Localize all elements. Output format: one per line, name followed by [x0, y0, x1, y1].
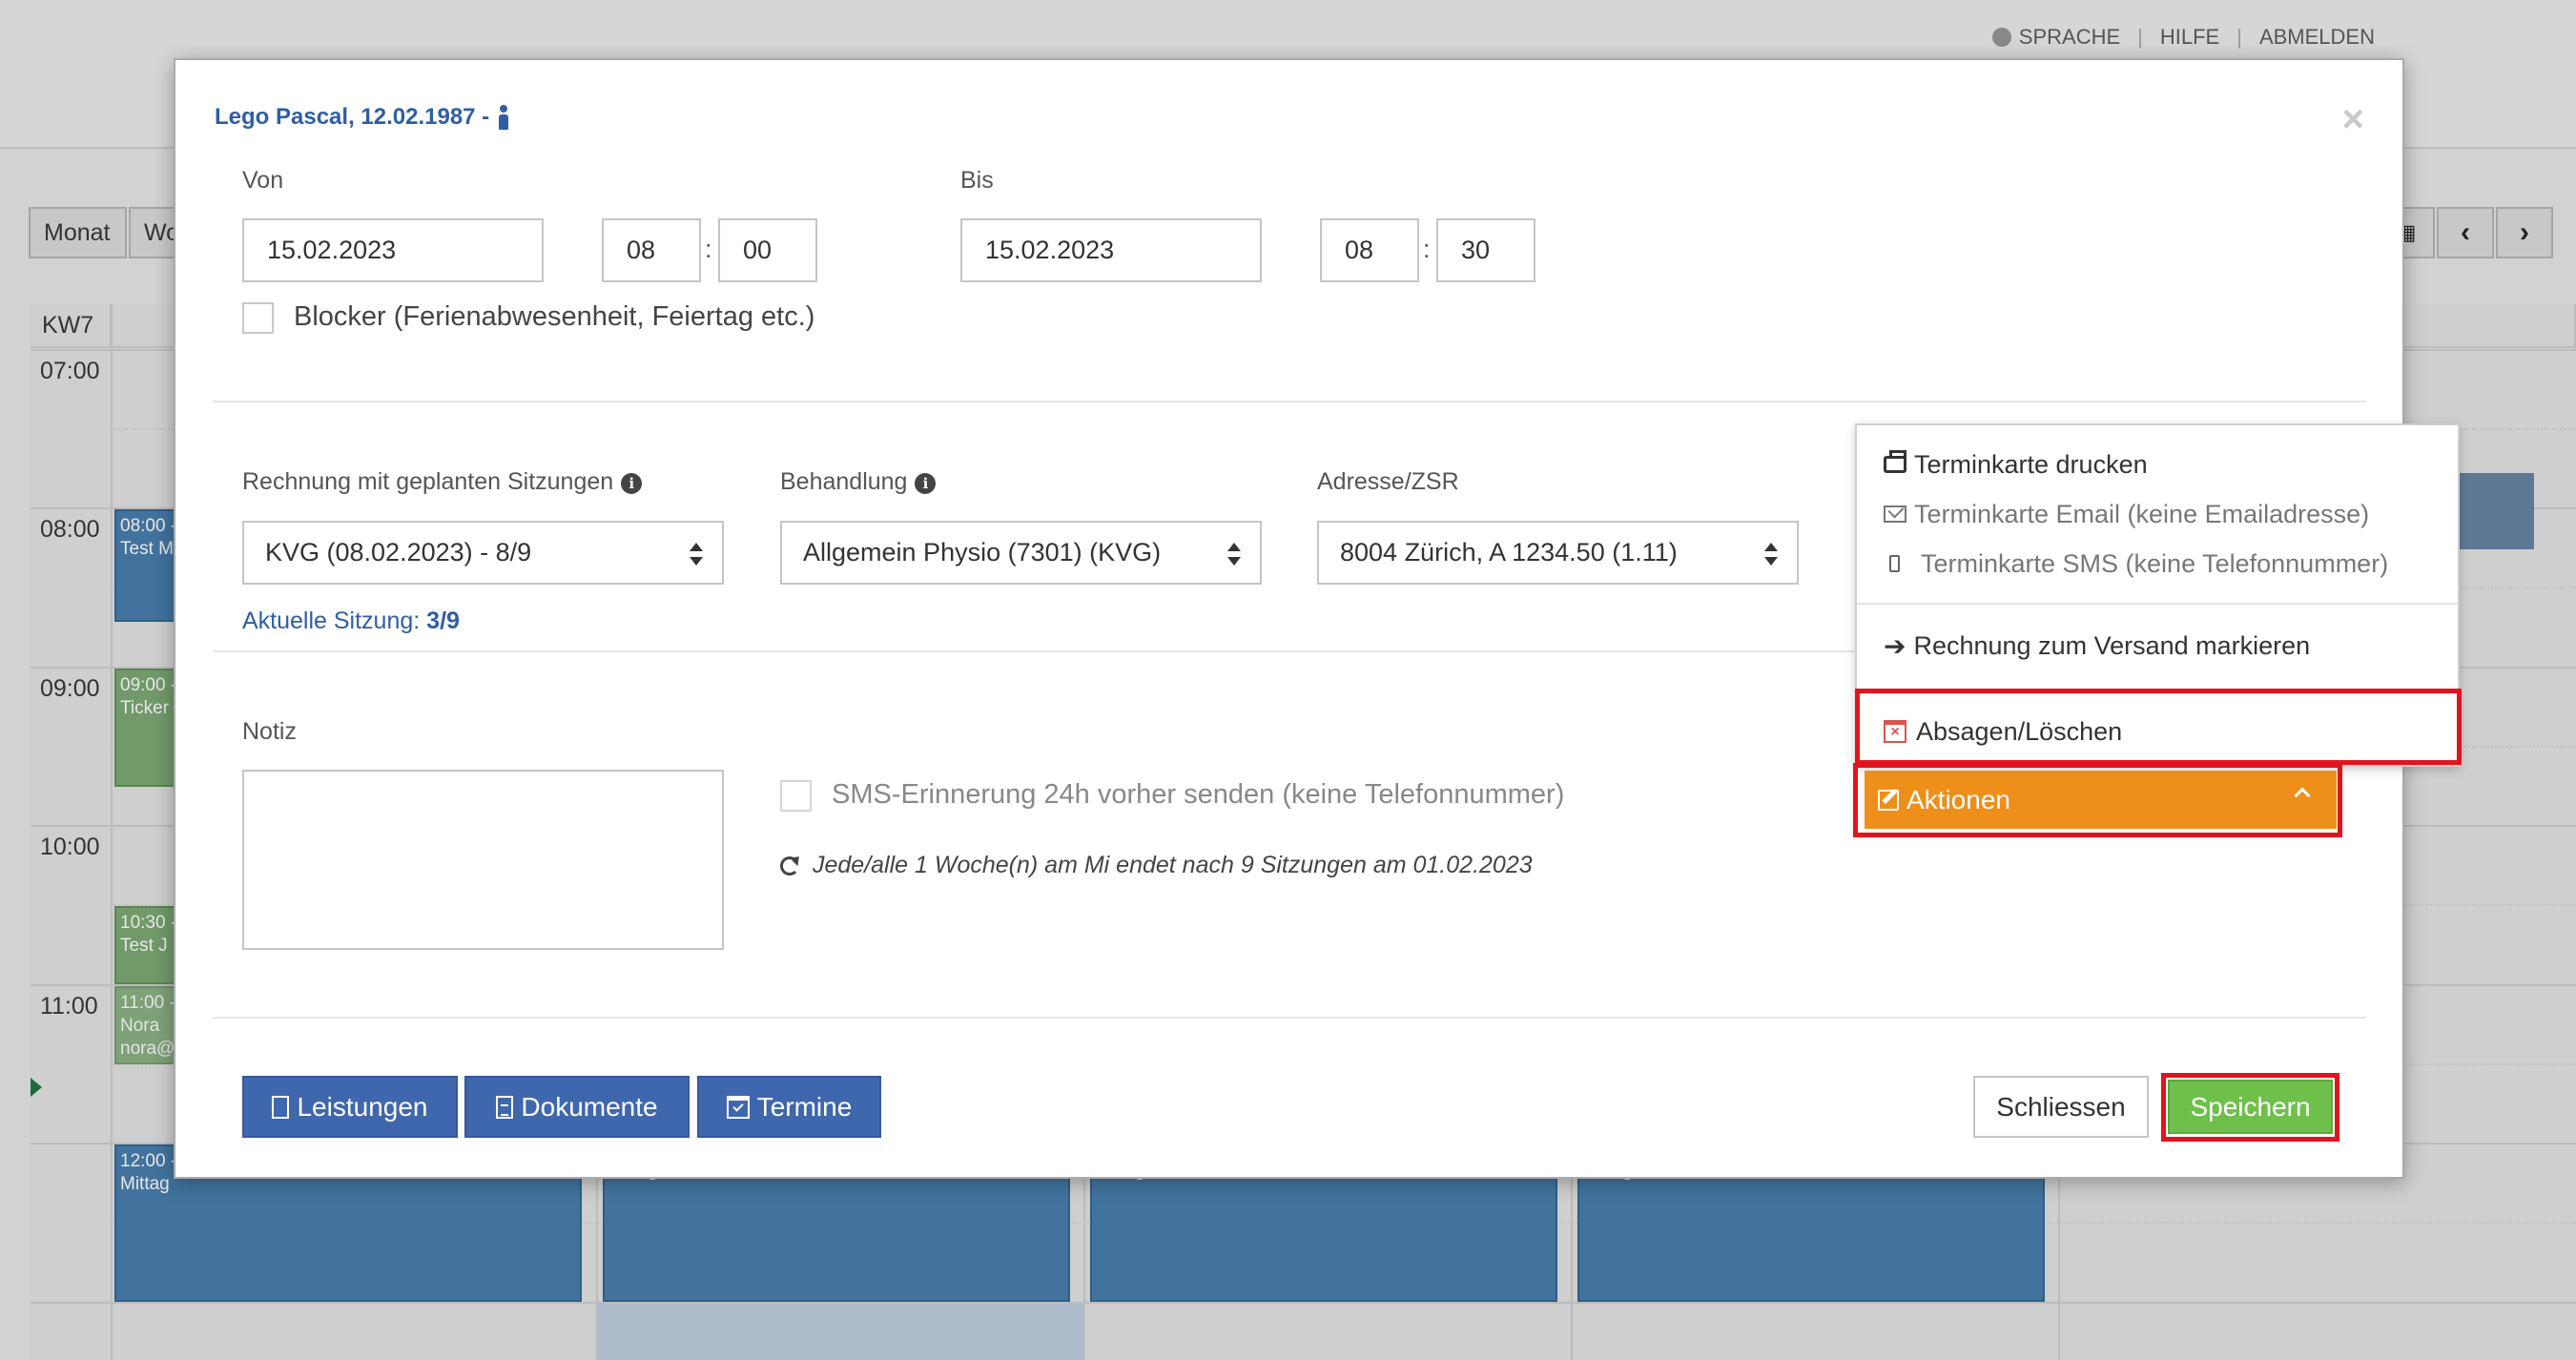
close-button[interactable]: Schliessen	[1973, 1076, 2149, 1138]
to-date-input[interactable]: 15.02.2023	[960, 218, 1262, 282]
chevron-left-icon: ‹	[2461, 216, 2470, 248]
chevron-right-icon: ›	[2520, 216, 2529, 248]
note-label: Notiz	[242, 718, 297, 745]
dokumente-button[interactable]: Dokumente	[464, 1076, 690, 1138]
treatment-select[interactable]: Allgemein Physio (7301) (KVG)	[780, 521, 1262, 585]
prev-week-button[interactable]: ‹	[2437, 207, 2494, 258]
actions-highlight-box	[1853, 763, 2342, 837]
to-hour-input[interactable]: 08	[1320, 218, 1419, 282]
from-label: Von	[242, 167, 284, 194]
address-select[interactable]: 8004 Zürich, A 1234.50 (1.11)	[1317, 521, 1799, 585]
current-session: Aktuelle Sitzung: 3/9	[242, 608, 460, 634]
printer-icon	[1884, 450, 1906, 473]
language-link[interactable]: SPRACHE	[1991, 25, 2120, 50]
envelope-icon	[1884, 505, 1906, 523]
file-text-icon	[496, 1095, 514, 1119]
modal-title: Lego Pascal, 12.02.1987 -	[215, 104, 510, 131]
mobile-icon	[1889, 555, 1900, 572]
logout-link[interactable]: ABMELDEN	[2259, 25, 2375, 50]
sms-reminder-label: SMS-Erinnerung 24h vorher senden (keine …	[832, 779, 1565, 810]
invoice-select[interactable]: KVG (08.02.2023) - 8/9	[242, 521, 724, 585]
select-arrows-icon	[690, 543, 703, 566]
male-person-icon	[497, 105, 510, 130]
info-icon[interactable]: i	[621, 473, 643, 494]
info-icon[interactable]: i	[915, 473, 937, 494]
note-textarea[interactable]	[242, 770, 724, 950]
menu-item-mark-invoice[interactable]: ➔ Rechnung zum Versand markieren	[1857, 624, 2458, 668]
arrow-right-icon: ➔	[1884, 630, 1906, 661]
menu-item-sms-card[interactable]: Terminkarte SMS (keine Telefonnummer)	[1857, 542, 2458, 586]
current-time-indicator	[31, 1078, 42, 1097]
refresh-icon	[780, 855, 799, 876]
week-number: KW7	[31, 304, 112, 348]
view-month-button[interactable]: Monat	[29, 207, 127, 258]
treatment-label: Behandlung i	[780, 468, 937, 496]
close-icon[interactable]: ×	[2342, 98, 2364, 141]
menu-item-email-card[interactable]: Terminkarte Email (keine Emailadresse)	[1857, 492, 2458, 536]
sms-reminder-checkbox[interactable]	[780, 780, 812, 812]
cancel-delete-highlight-box	[1855, 689, 2462, 765]
hour-label: 11:00	[40, 993, 98, 1020]
calendar-event[interactable]	[2453, 473, 2534, 549]
next-week-button[interactable]: ›	[2496, 207, 2553, 258]
from-hour-input[interactable]: 08	[602, 218, 701, 282]
hour-label: 09:00	[40, 675, 100, 702]
blocker-checkbox[interactable]	[242, 302, 274, 334]
calendar-check-icon	[726, 1095, 750, 1119]
termine-button[interactable]: Termine	[697, 1076, 881, 1138]
leistungen-button[interactable]: Leistungen	[242, 1076, 458, 1138]
hour-label: 08:00	[40, 516, 100, 543]
help-link[interactable]: HILFE	[2160, 25, 2219, 50]
from-minute-input[interactable]: 00	[718, 218, 817, 282]
select-arrows-icon	[1227, 543, 1241, 566]
blocker-label: Blocker (Ferienabwesenheit, Feiertag etc…	[294, 301, 815, 332]
header-links: SPRACHE | HILFE | ABMELDEN	[1991, 25, 2375, 50]
file-icon	[272, 1095, 290, 1119]
select-arrows-icon	[1764, 543, 1778, 566]
from-date-input[interactable]: 15.02.2023	[242, 218, 544, 282]
hour-label: 07:00	[40, 358, 100, 384]
to-label: Bis	[960, 167, 994, 194]
globe-icon	[1991, 28, 2011, 47]
calendar-highlight-slot	[598, 1304, 1083, 1360]
to-minute-input[interactable]: 30	[1436, 218, 1535, 282]
hour-label: 10:00	[40, 834, 100, 860]
address-label: Adresse/ZSR	[1317, 468, 1459, 495]
menu-item-print-card[interactable]: Terminkarte drucken	[1857, 443, 2458, 486]
recurrence-info: Jede/alle 1 Woche(n) am Mi endet nach 9 …	[780, 852, 1533, 879]
invoice-label: Rechnung mit geplanten Sitzungen i	[242, 468, 643, 496]
save-highlight-box	[2161, 1073, 2339, 1142]
